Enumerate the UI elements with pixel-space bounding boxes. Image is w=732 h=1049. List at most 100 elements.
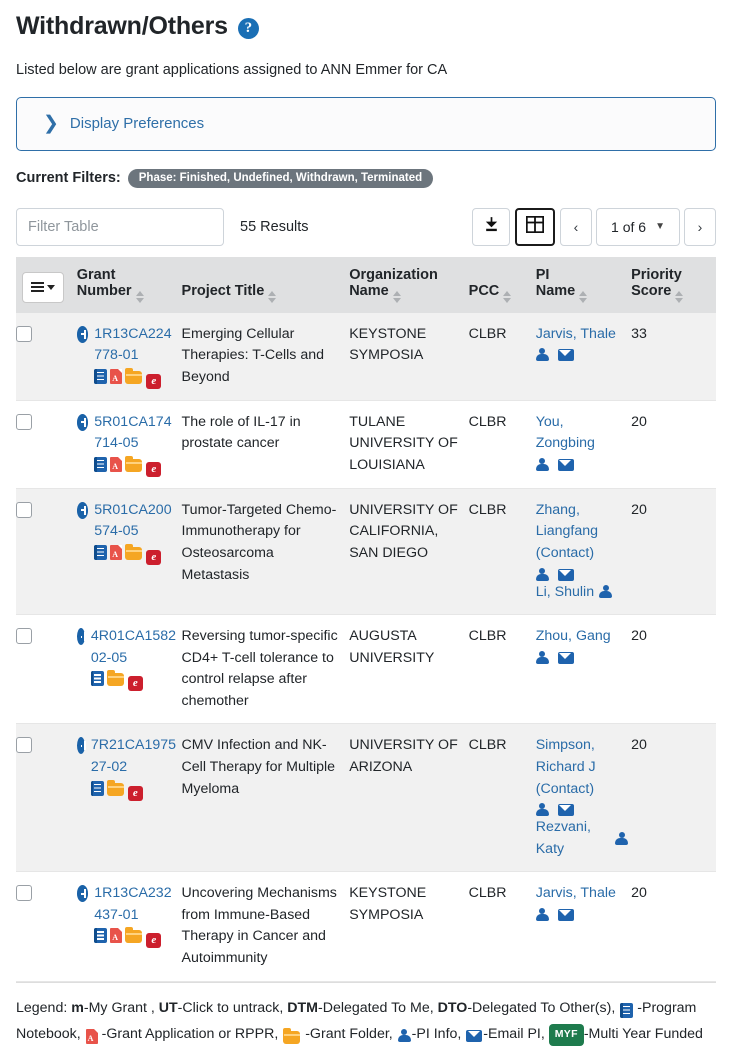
era-commons-icon[interactable]: e [127, 785, 143, 801]
filter-table-input[interactable] [16, 207, 224, 246]
pi-name-link[interactable]: Simpson, Richard J (Contact) [536, 737, 596, 796]
grant-folder-icon[interactable] [125, 367, 143, 384]
grant-number-link[interactable]: 4R01CA158202-05 [91, 628, 176, 666]
organization-name-cell: KEYSTONE SYMPOSIA [349, 871, 469, 982]
expand-row-button[interactable] [76, 413, 89, 431]
grant-folder-icon[interactable] [125, 455, 143, 472]
header-project-title[interactable]: Project Title [181, 256, 350, 313]
expand-row-button[interactable] [76, 501, 89, 519]
table-grid-icon [525, 215, 545, 238]
pi-entry: Jarvis, Thale [535, 324, 626, 363]
pi-name-link[interactable]: Zhang, Liangfang (Contact) [536, 502, 598, 561]
sort-icon[interactable] [579, 290, 588, 303]
grant-folder-icon[interactable] [125, 543, 143, 560]
grant-number-link[interactable]: 5R01CA174714-05 [94, 414, 171, 452]
row-checkbox[interactable] [16, 885, 32, 902]
email-pi-icon[interactable] [557, 908, 574, 921]
filter-pill[interactable]: Phase: Finished, Undefined, Withdrawn, T… [127, 168, 434, 188]
header-priority-score[interactable]: Priority Score [631, 256, 716, 313]
question-mark-circle-icon[interactable]: ? [237, 18, 259, 40]
row-checkbox[interactable] [16, 628, 32, 645]
program-notebook-icon[interactable] [94, 368, 108, 384]
current-filters-label: Current Filters: [16, 170, 121, 186]
download-icon [483, 216, 500, 238]
page-root: Withdrawn/Others ? Listed below are gran… [0, 0, 732, 1049]
pi-info-icon[interactable] [599, 585, 613, 599]
pi-icon-group [535, 907, 626, 922]
row-checkbox[interactable] [16, 413, 32, 430]
row-checkbox[interactable] [16, 737, 32, 754]
download-button[interactable] [472, 207, 510, 246]
sort-icon[interactable] [503, 290, 512, 303]
pi-name-link[interactable]: Rezvani, Katy [536, 817, 610, 860]
current-filters: Current Filters: Phase: Finished, Undefi… [16, 168, 716, 188]
pdf-icon[interactable]: A [110, 456, 123, 472]
expand-row-button[interactable] [76, 325, 89, 343]
sort-icon[interactable] [135, 290, 144, 303]
era-commons-icon[interactable]: e [146, 549, 162, 565]
program-notebook-icon[interactable] [94, 456, 108, 472]
program-notebook-icon[interactable] [90, 671, 104, 687]
row-select-cell [16, 312, 77, 401]
pi-name-link[interactable]: Li, Shulin [536, 582, 594, 604]
email-pi-icon[interactable] [557, 458, 574, 471]
grant-number-link[interactable]: 1R13CA224778-01 [94, 326, 171, 364]
program-notebook-icon[interactable] [94, 544, 108, 560]
era-commons-icon[interactable]: e [127, 676, 143, 692]
era-commons-icon[interactable]: e [146, 461, 162, 477]
pi-info-icon[interactable] [535, 650, 549, 665]
program-notebook-icon[interactable] [90, 780, 104, 796]
pi-icon-group [535, 348, 626, 362]
grant-number-link[interactable]: 5R01CA200574-05 [94, 502, 171, 540]
expand-row-button[interactable] [76, 737, 87, 755]
next-page-button[interactable]: › [684, 207, 716, 246]
row-checkbox[interactable] [16, 501, 32, 518]
pi-name-link[interactable]: Zhou, Gang [536, 628, 611, 644]
pi-name-link[interactable]: Jarvis, Thale [536, 885, 616, 901]
row-checkbox[interactable] [16, 325, 32, 342]
grant-number-link[interactable]: 1R13CA232437-01 [94, 885, 171, 923]
page-select[interactable]: 1 of 6 ▼ [596, 207, 680, 246]
pdf-icon[interactable]: A [110, 544, 123, 560]
pi-info-icon[interactable] [535, 457, 549, 472]
era-commons-icon[interactable]: e [146, 373, 162, 389]
display-preferences-panel[interactable]: ❯ Display Preferences [16, 96, 716, 151]
era-commons-icon[interactable]: e [146, 933, 162, 949]
sort-icon[interactable] [268, 290, 277, 303]
priority-score-cell: 20 [631, 871, 716, 982]
header-grant-number[interactable]: Grant Number [76, 256, 182, 313]
pdf-icon[interactable]: A [110, 368, 123, 384]
pi-info-icon[interactable] [535, 907, 549, 922]
grant-folder-icon[interactable] [106, 670, 124, 687]
email-pi-icon[interactable] [557, 568, 574, 581]
grant-folder-icon[interactable] [125, 927, 143, 944]
pdf-icon[interactable]: A [110, 928, 123, 944]
pi-name-link[interactable]: You, Zongbing [536, 414, 595, 452]
email-pi-icon[interactable] [557, 349, 574, 362]
expand-row-button[interactable] [76, 628, 87, 646]
sort-icon[interactable] [392, 290, 401, 303]
grant-number-link[interactable]: 7R21CA197527-02 [91, 737, 176, 775]
header-grant-number-label: Number [76, 282, 132, 299]
pi-info-icon[interactable] [535, 803, 549, 817]
header-pcc[interactable]: PCC [468, 256, 536, 313]
column-menu-button[interactable] [22, 271, 64, 303]
expand-row-button[interactable] [76, 885, 89, 903]
pi-entry: You, Zongbing [535, 412, 626, 472]
email-pi-icon[interactable] [557, 651, 574, 664]
sort-icon[interactable] [675, 290, 684, 303]
pi-info-icon[interactable] [535, 567, 549, 582]
column-chooser-button[interactable] [515, 207, 555, 246]
header-organization-name[interactable]: Organization Name [349, 256, 469, 313]
pcc-cell: CLBR [468, 400, 536, 489]
pi-name-link[interactable]: Jarvis, Thale [536, 326, 616, 342]
program-notebook-icon[interactable] [94, 928, 108, 944]
header-pi-name[interactable]: PI Name [535, 256, 632, 313]
pi-name-cell: Zhou, Gang [535, 614, 632, 725]
pi-info-icon[interactable] [535, 348, 549, 362]
pi-info-icon[interactable] [615, 831, 629, 846]
email-pi-icon[interactable] [557, 804, 574, 817]
prev-page-button[interactable]: ‹ [560, 207, 592, 246]
pcc-cell: CLBR [468, 723, 536, 873]
grant-folder-icon[interactable] [106, 779, 124, 796]
